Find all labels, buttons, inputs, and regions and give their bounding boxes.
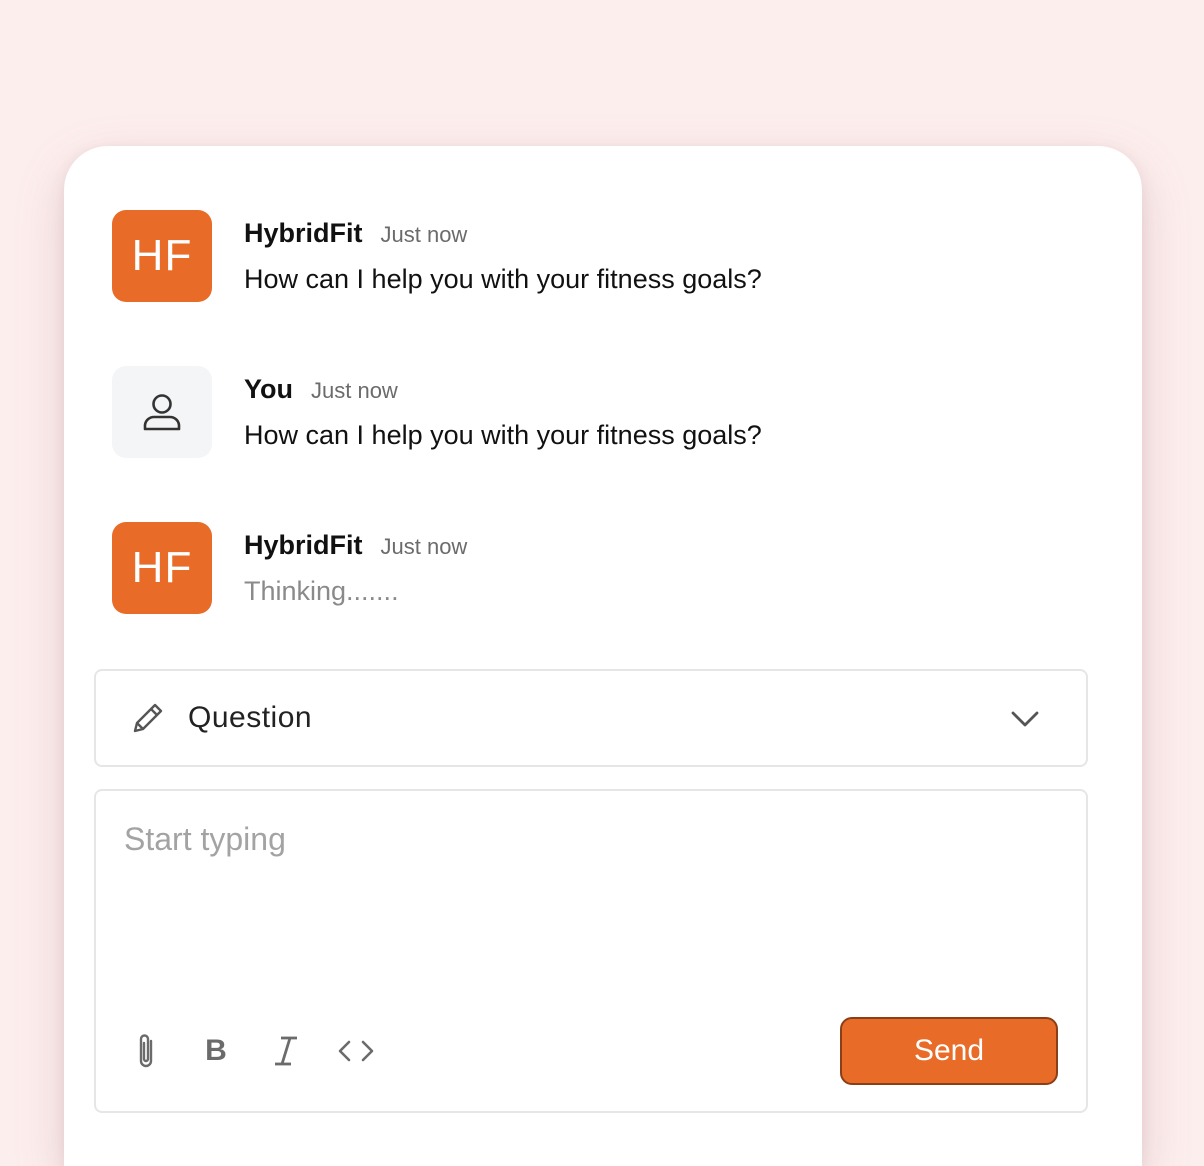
user-icon [143,394,181,431]
chat-message: HF HybridFit Just now Thinking....... [112,522,467,614]
avatar-initials: HF [131,231,193,280]
message-header: You Just now [244,374,762,406]
user-avatar [112,366,212,458]
mode-select-value: Question [188,701,313,734]
thinking-indicator: Thinking....... [244,576,399,606]
chat-panel: HF HybridFit Just now How can I help you… [64,146,1142,1166]
format-toolbar: B [126,1029,406,1073]
sender-name: You [244,374,293,404]
sender-name: HybridFit [244,218,363,248]
message-text: How can I help you with your fitness goa… [244,420,762,450]
message-text: How can I help you with your fitness goa… [244,264,762,294]
message-body: You Just now How can I help you with you… [244,366,762,451]
message-header: HybridFit Just now [244,218,762,250]
message-timestamp: Just now [380,222,468,247]
italic-icon[interactable] [266,1029,306,1073]
send-button[interactable]: Send [840,1017,1058,1085]
message-input[interactable] [124,821,824,901]
chat-message: You Just now How can I help you with you… [112,366,762,458]
bold-icon[interactable]: B [196,1029,236,1073]
chat-message: HF HybridFit Just now How can I help you… [112,210,762,302]
message-header: HybridFit Just now [244,530,467,562]
bot-avatar: HF [112,522,212,614]
pencil-icon [128,698,168,738]
bot-avatar: HF [112,210,212,302]
message-body: HybridFit Just now How can I help you wi… [244,210,762,295]
mode-select[interactable]: Question [94,669,1088,767]
message-composer: B Send [94,789,1088,1113]
paperclip-icon[interactable] [126,1029,166,1073]
message-timestamp: Just now [311,378,398,403]
sender-name: HybridFit [244,530,363,560]
code-icon[interactable] [336,1029,376,1073]
chevron-down-icon[interactable] [1008,703,1042,733]
message-timestamp: Just now [380,534,468,559]
message-body: HybridFit Just now Thinking....... [244,522,467,607]
avatar-initials: HF [131,543,193,592]
